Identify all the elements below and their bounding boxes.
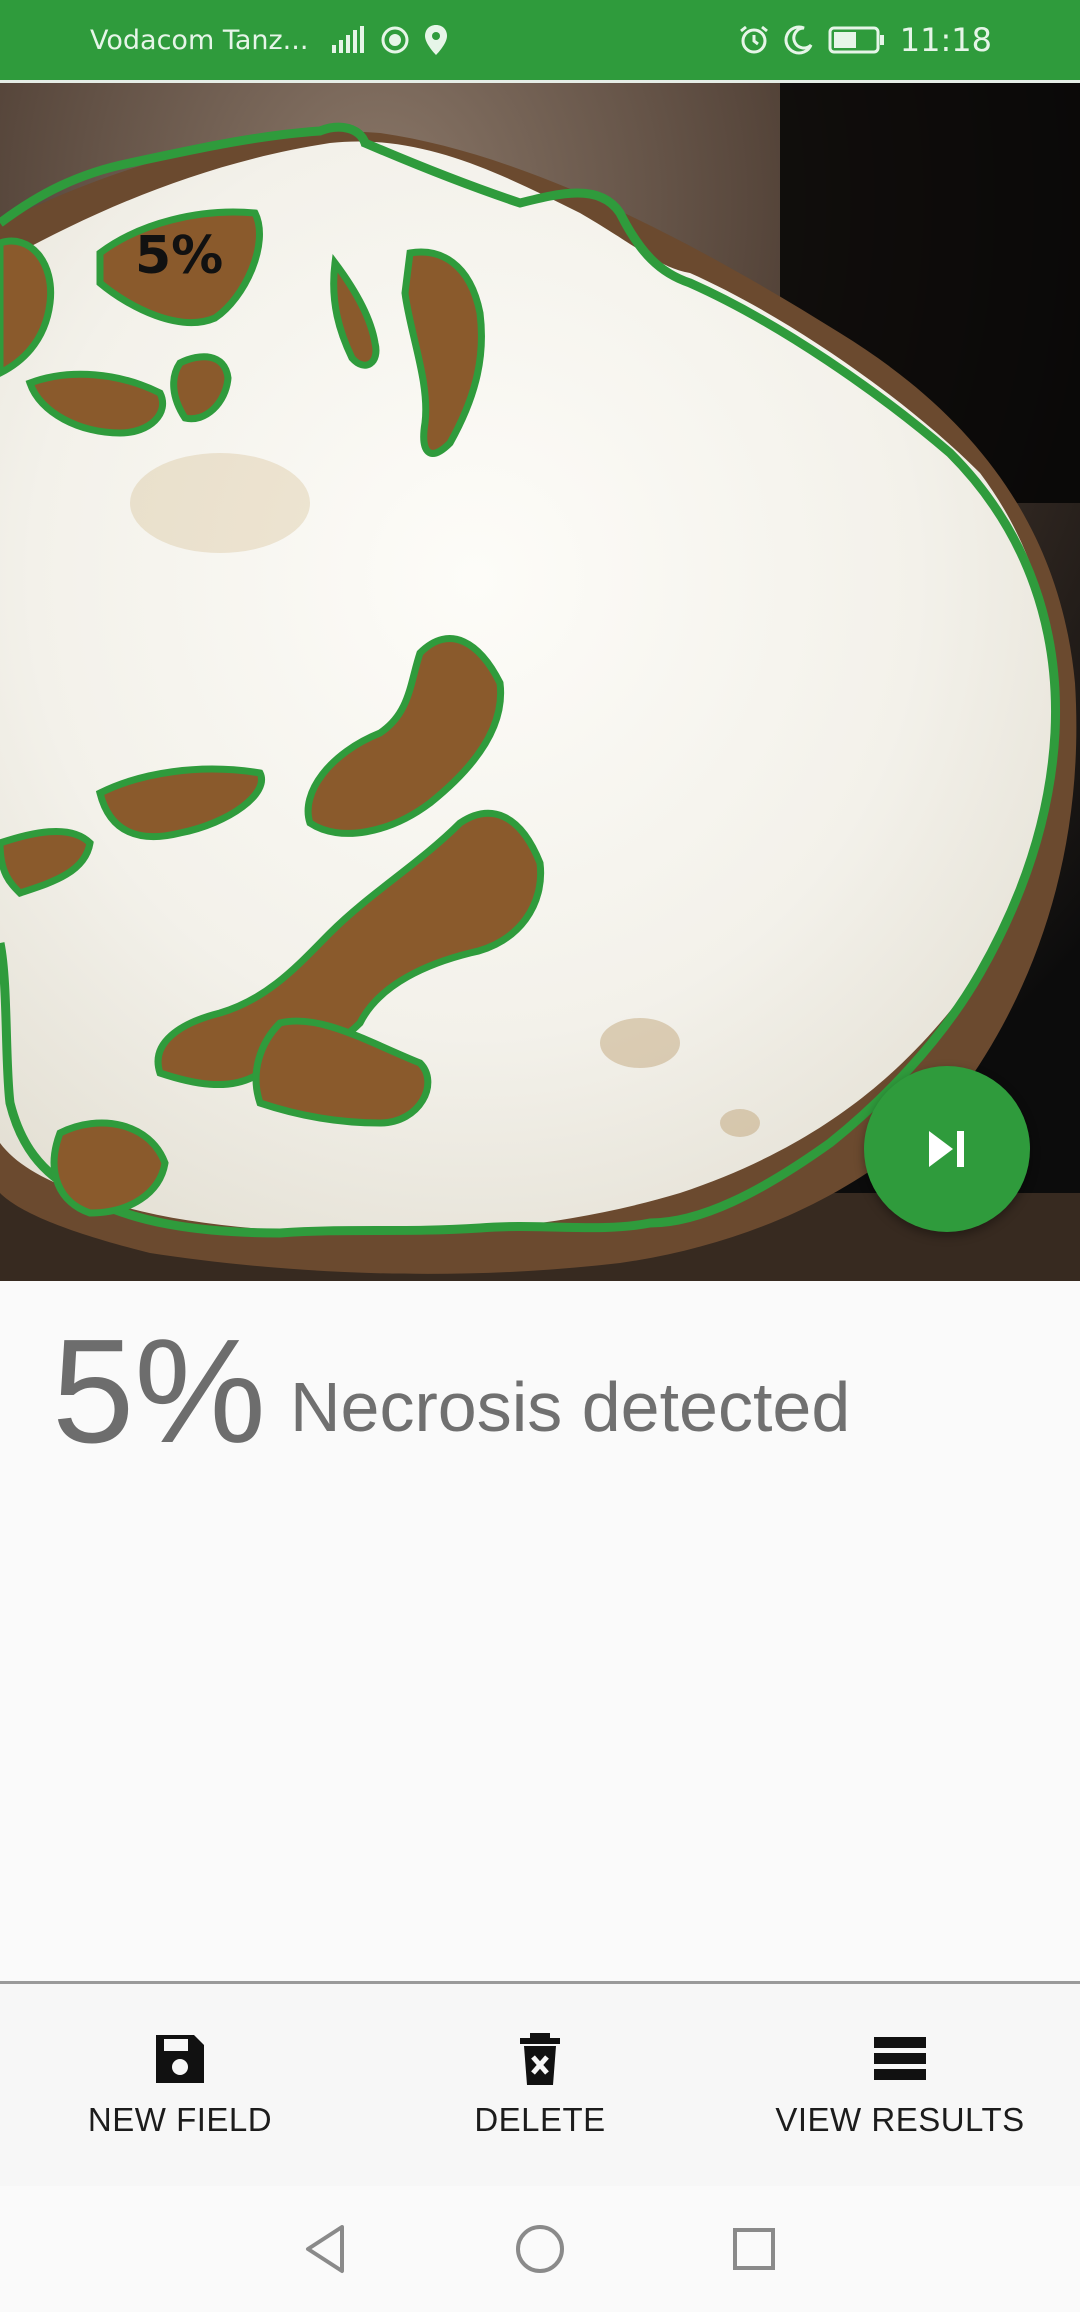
data-saver-icon xyxy=(381,26,409,54)
view-results-button[interactable]: VIEW RESULTS xyxy=(720,1984,1080,2186)
necrosis-percent: 5% xyxy=(52,1309,266,1474)
next-image-button[interactable] xyxy=(864,1066,1030,1232)
image-percent-label: 5% xyxy=(135,226,223,286)
new-field-label: NEW FIELD xyxy=(87,2101,273,2138)
moon-icon xyxy=(784,25,813,55)
delete-button[interactable]: DELETE xyxy=(360,1984,720,2186)
system-navigation-bar xyxy=(0,2186,1080,2312)
recents-icon xyxy=(733,2228,775,2270)
system-home-button[interactable] xyxy=(512,2221,568,2277)
battery-icon xyxy=(828,26,884,54)
home-icon xyxy=(516,2225,564,2273)
system-back-button[interactable] xyxy=(298,2221,354,2277)
alarm-icon xyxy=(739,25,768,54)
location-icon xyxy=(425,25,448,55)
carrier-name: Vodacom Tanz... xyxy=(90,24,309,56)
skip-next-icon xyxy=(929,1131,964,1167)
back-icon xyxy=(306,2225,344,2273)
view-results-label: VIEW RESULTS xyxy=(775,2101,1025,2138)
status-time: 11:18 xyxy=(899,21,992,59)
trash-icon xyxy=(520,2033,560,2085)
list-icon xyxy=(874,2037,926,2080)
status-bar: Vodacom Tanz... 11:18 xyxy=(0,0,1080,80)
delete-label: DELETE xyxy=(474,2101,606,2138)
system-recents-button[interactable] xyxy=(726,2221,782,2277)
save-icon xyxy=(156,2035,204,2083)
new-field-button[interactable]: NEW FIELD xyxy=(0,1984,360,2186)
bottom-navigation: NEW FIELD DELETE VIEW RESULTS xyxy=(0,1984,1080,2186)
status-left-icons xyxy=(330,24,448,56)
status-right-icons xyxy=(738,24,886,56)
necrosis-label: Necrosis detected xyxy=(290,1368,851,1446)
signal-icon xyxy=(332,26,365,53)
